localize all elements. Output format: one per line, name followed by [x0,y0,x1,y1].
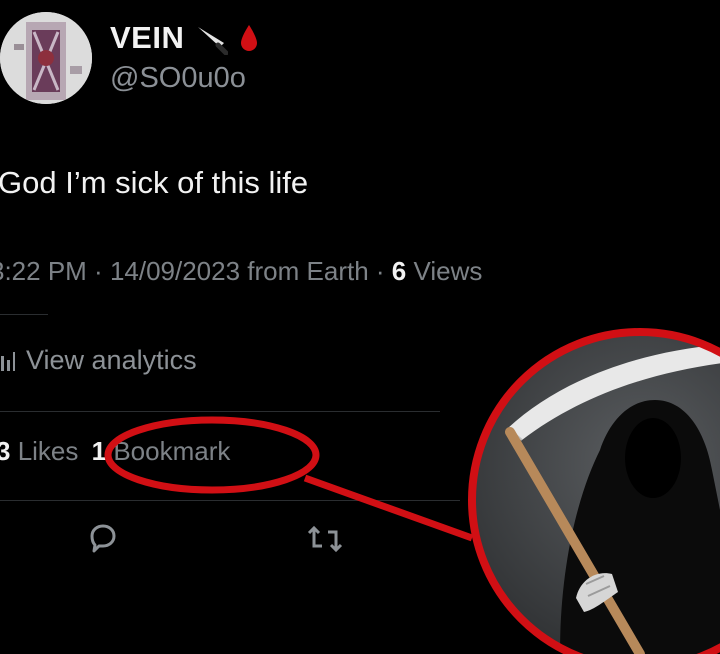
highlight-overlay [104,328,720,654]
bookmark-highlight-ellipse [104,416,320,494]
grim-reaper-image [472,332,720,654]
highlight-connector-line [303,474,474,542]
